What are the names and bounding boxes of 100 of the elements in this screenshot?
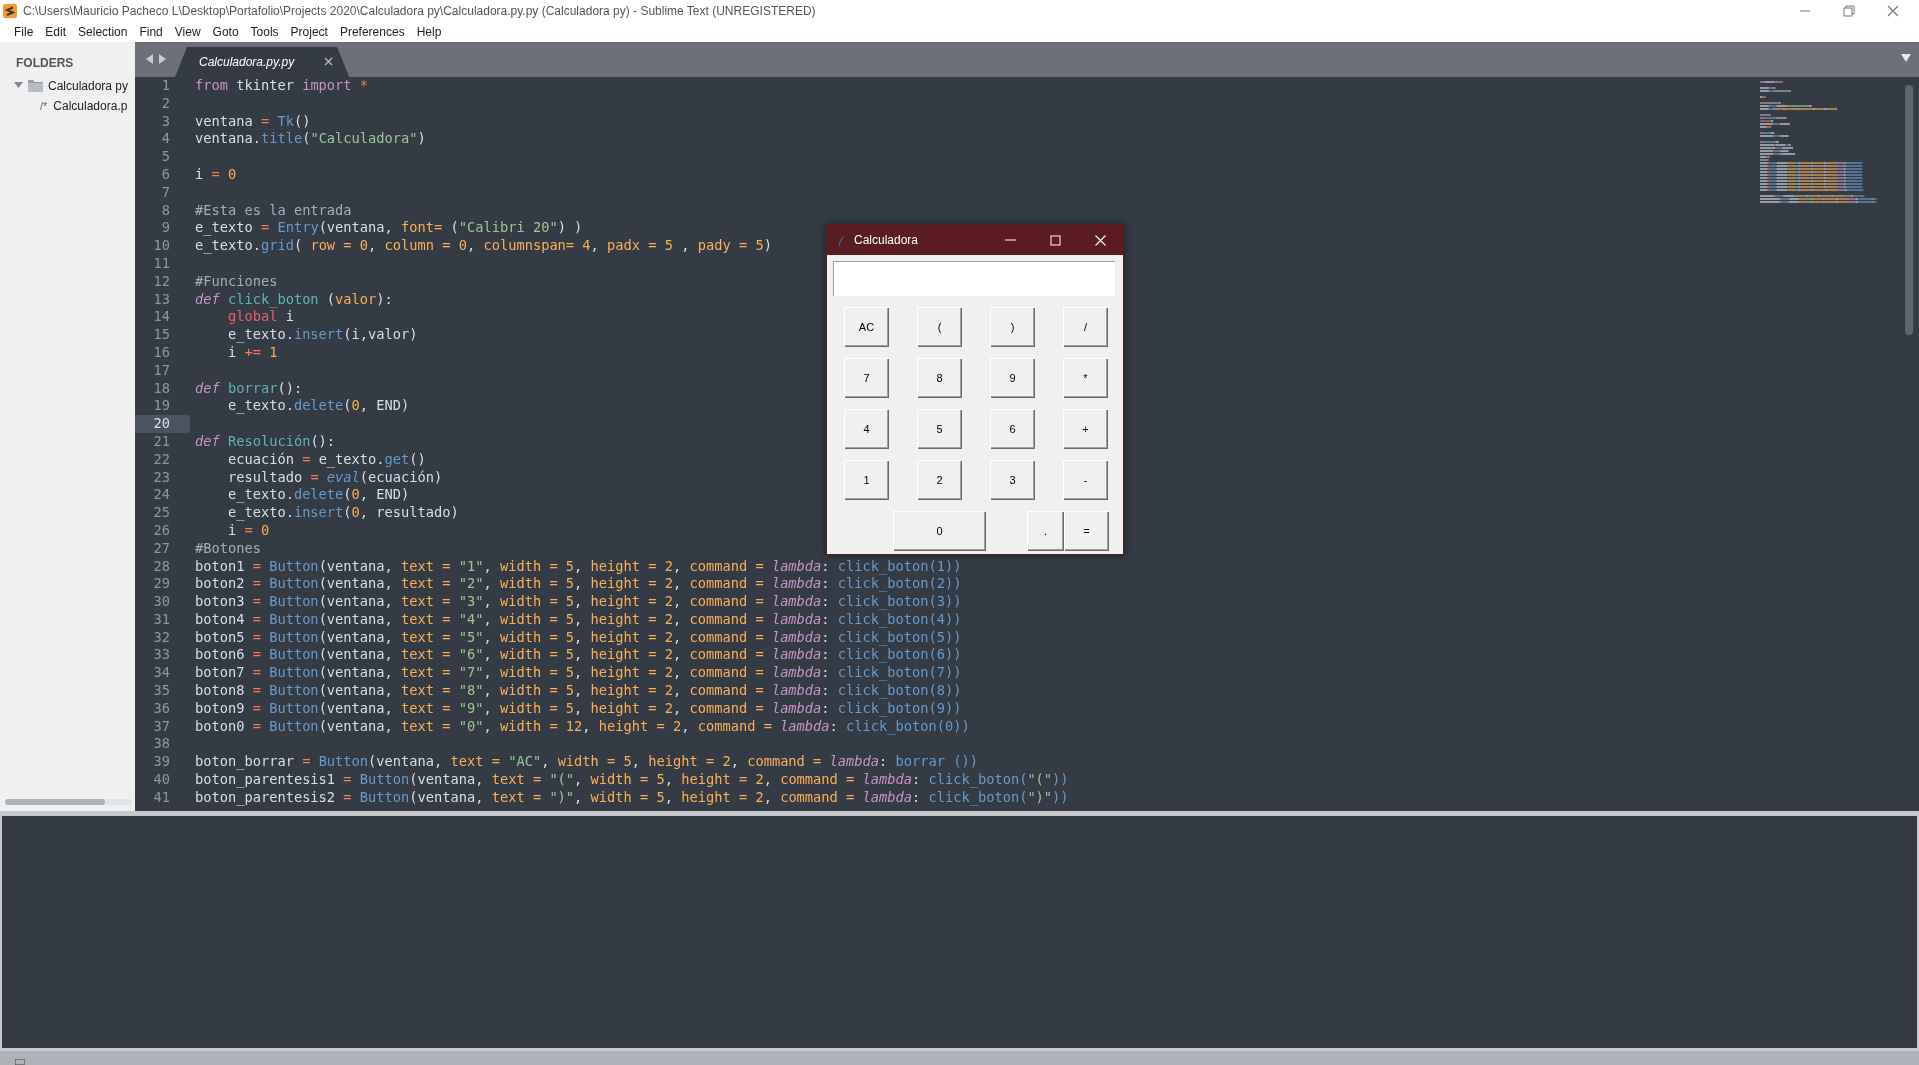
line-number: 18 (152, 379, 171, 398)
menu-item[interactable]: Project (284, 24, 334, 40)
line-number: 35 (152, 682, 171, 700)
calculator-key[interactable]: - (1063, 460, 1108, 500)
line-number: 31 (152, 610, 171, 629)
code-line: def borrar(): (194, 379, 303, 398)
code-line: def click_boton (valor): (194, 290, 393, 309)
code-line: boton8 = Button(ventana, text = "8", width = 5, height = 2, command = lambda: click_boton(8)) (194, 682, 962, 700)
code-line: global i (226, 308, 294, 327)
code-line: from tkinter import * (194, 77, 369, 95)
code-line: def Resolución(): (194, 432, 336, 451)
menu-item[interactable]: File (8, 24, 40, 40)
code-line: e_texto.insert(i,valor) (226, 326, 418, 344)
code-line: boton_parentesis1 = Button(ventana, text = "(", width = 5, height = 2, command = lambda: click_boton("(")) (194, 771, 1069, 789)
line-number: 41 (152, 788, 171, 807)
code-line: boton0 = Button(ventana, text = "0", width = 12, height = 2, command = lambda: click_boton(0)) (194, 717, 970, 736)
line-number: 29 (152, 575, 171, 594)
calculator-key[interactable]: 9 (990, 358, 1035, 398)
line-number: 36 (152, 699, 171, 718)
line-number: 27 (152, 539, 171, 558)
line-number: 16 (152, 343, 171, 362)
input-field[interactable] (833, 261, 1115, 296)
line-number: 40 (152, 771, 171, 789)
calculator-key[interactable]: * (1063, 358, 1108, 398)
code-line: boton9 = Button(ventana, text = "9", width = 5, height = 2, command = lambda: click_boton(9)) (194, 699, 962, 718)
code-line: i += 1 (226, 343, 278, 362)
code-line: ventana.title("Calculadora") (194, 130, 426, 149)
line-number: 5 (160, 148, 171, 166)
vertical-scrollbar[interactable] (1905, 85, 1913, 335)
line-number: 11 (152, 254, 171, 273)
line-number: 21 (152, 432, 171, 451)
code-line: #Esta es la entrada (194, 201, 352, 220)
line-number: 34 (152, 664, 171, 683)
sidebar-file[interactable]: Calculadora.p (53, 99, 128, 113)
code-line: boton7 = Button(ventana, text = "7", width = 5, height = 2, command = lambda: click_boton(7)) (194, 664, 962, 683)
line-number: 4 (160, 130, 171, 149)
menu-item[interactable]: Help (410, 24, 448, 40)
calculator-key[interactable]: 8 (917, 358, 962, 398)
line-number: 7 (160, 183, 171, 202)
calculator-key[interactable]: 1 (844, 460, 889, 500)
calculator-key[interactable]: . (1027, 511, 1064, 551)
menu-item[interactable]: Preferences (333, 24, 411, 40)
menu-item[interactable]: Edit (39, 24, 73, 40)
code-line: boton3 = Button(ventana, text = "3", width = 5, height = 2, command = lambda: click_boton(3)) (194, 593, 962, 611)
line-number: 37 (152, 717, 171, 736)
disclosure-icon[interactable] (14, 81, 23, 91)
menu-item[interactable]: Find (133, 24, 169, 40)
calculator-key[interactable]: ( (917, 307, 962, 347)
code-line: e_texto.grid( row = 0, column = 0, columnspan= 4, padx = 5 , pady = 5) (194, 237, 772, 255)
menu-item[interactable]: Tools (244, 24, 285, 40)
calculator-key[interactable]: 0 (893, 511, 986, 551)
calculator-key[interactable]: 7 (844, 358, 889, 398)
back-arrow-icon[interactable] (145, 54, 154, 65)
line-number: 22 (152, 450, 171, 469)
dropdown-icon[interactable] (1901, 54, 1911, 62)
calculator-key[interactable]: / (1063, 307, 1108, 347)
code-line: #Botones (194, 539, 261, 558)
calculator-key[interactable]: 2 (917, 460, 962, 500)
app-icon (3, 4, 17, 18)
calculator-key[interactable]: ) (990, 307, 1035, 347)
menu-item[interactable]: Selection (72, 24, 134, 40)
line-number: 28 (152, 557, 171, 576)
code-line: boton4 = Button(ventana, text = "4", width = 5, height = 2, command = lambda: click_boton(4)) (194, 610, 962, 629)
calculator-key[interactable]: AC (844, 307, 889, 347)
file-tab[interactable]: Calculadora.py.py (175, 47, 350, 77)
sidebar-folder[interactable]: Calculadora py (48, 79, 129, 93)
menu-item[interactable]: View (168, 24, 207, 40)
line-number: 39 (152, 753, 171, 772)
code-line: boton1 = Button(ventana, text = "1", width = 5, height = 2, command = lambda: click_boton(1)) (194, 557, 962, 576)
code-line: boton6 = Button(ventana, text = "6", width = 5, height = 2, command = lambda: click_boton(6)) (194, 646, 962, 665)
menu-item[interactable]: Goto (206, 24, 245, 40)
code-line: e_texto.insert(0, resultado) (226, 504, 459, 522)
code-line: e_texto = Entry(ventana, font= ("Calibri 20") ) (194, 219, 583, 238)
horizontal-scrollbar[interactable] (5, 799, 132, 806)
line-number: 26 (152, 521, 171, 540)
forward-arrow-icon[interactable] (158, 54, 167, 65)
panel-toggle-icon[interactable] (12, 1059, 28, 1065)
window-title: Calculadora (854, 233, 920, 247)
file-type-icon: /* (40, 100, 48, 112)
code-line: i = 0 (194, 165, 237, 184)
line-number: 2 (160, 94, 171, 113)
calculator-key[interactable]: 5 (917, 409, 962, 449)
line-number: 33 (152, 646, 171, 665)
calculator-key[interactable]: 3 (990, 460, 1035, 500)
line-number: 9 (160, 219, 171, 238)
window-title: C:\Users\Mauricio Pacheco L\Desktop\Portafolio\Projects 2020\Calculadora py\Calculadora.py.py (Calculadora py) - Sublime Text (UNREGISTERED) (23, 4, 817, 18)
line-number: 12 (152, 272, 171, 291)
line-number: 14 (152, 308, 171, 327)
line-number: 32 (152, 628, 171, 647)
code-line: i = 0 (226, 521, 270, 540)
calculator-key[interactable]: = (1064, 511, 1109, 551)
line-number: 10 (152, 237, 171, 255)
calculator-key[interactable]: 4 (844, 409, 889, 449)
calculator-key[interactable]: 6 (990, 409, 1035, 449)
line-number: 19 (152, 397, 171, 416)
calculator-key[interactable]: + (1063, 409, 1108, 449)
feather-icon (837, 233, 846, 247)
close-icon[interactable] (324, 57, 334, 67)
code-line: boton5 = Button(ventana, text = "5", width = 5, height = 2, command = lambda: click_boton(5)) (194, 628, 962, 647)
code-line: boton_borrar = Button(ventana, text = "AC", width = 5, height = 2, command = lambda: borrar ()) (194, 753, 978, 772)
